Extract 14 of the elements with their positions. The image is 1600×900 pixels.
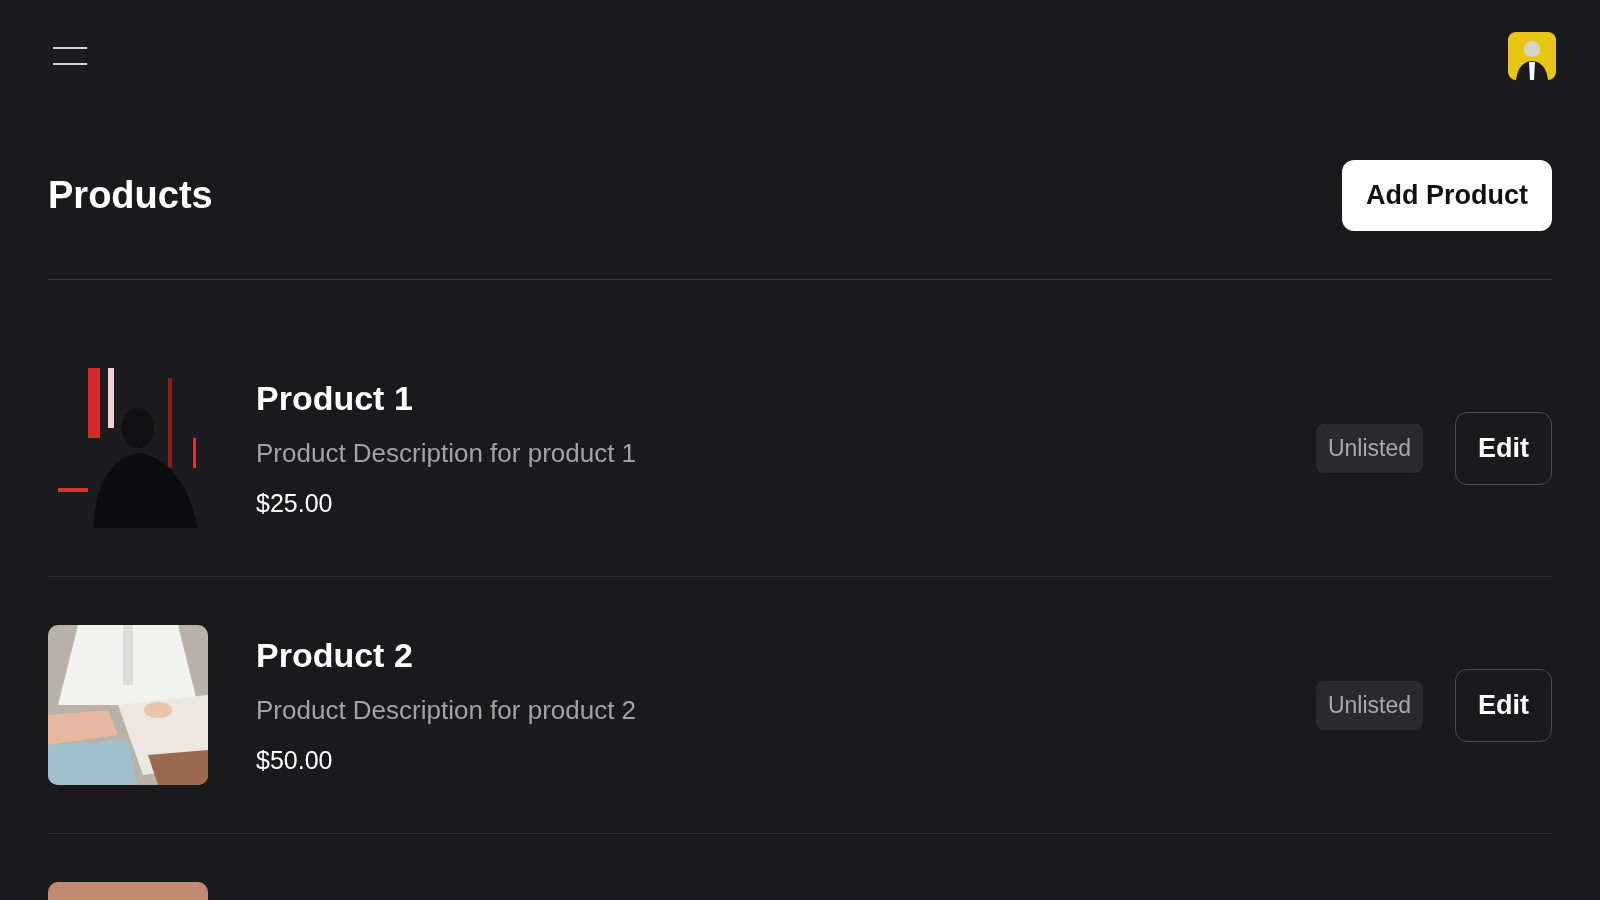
status-badge: Unlisted [1315, 423, 1423, 473]
product-price: $50.00 [256, 745, 334, 775]
avatar[interactable] [1508, 32, 1556, 80]
product-price: $25.00 [256, 488, 334, 518]
status-badge: Unlisted [1315, 680, 1423, 730]
product-title: Product 2 [256, 635, 414, 675]
product-description: Product Description for product 1 [256, 437, 638, 469]
menu-icon[interactable] [53, 47, 87, 65]
edit-button[interactable]: Edit [1455, 668, 1552, 742]
add-product-button[interactable]: Add Product [1342, 160, 1552, 231]
product-description: Product Description for product 2 [256, 694, 638, 726]
product-title: Product 1 [256, 378, 414, 418]
edit-button[interactable]: Edit [1455, 411, 1552, 485]
page-title: Products [48, 174, 213, 217]
